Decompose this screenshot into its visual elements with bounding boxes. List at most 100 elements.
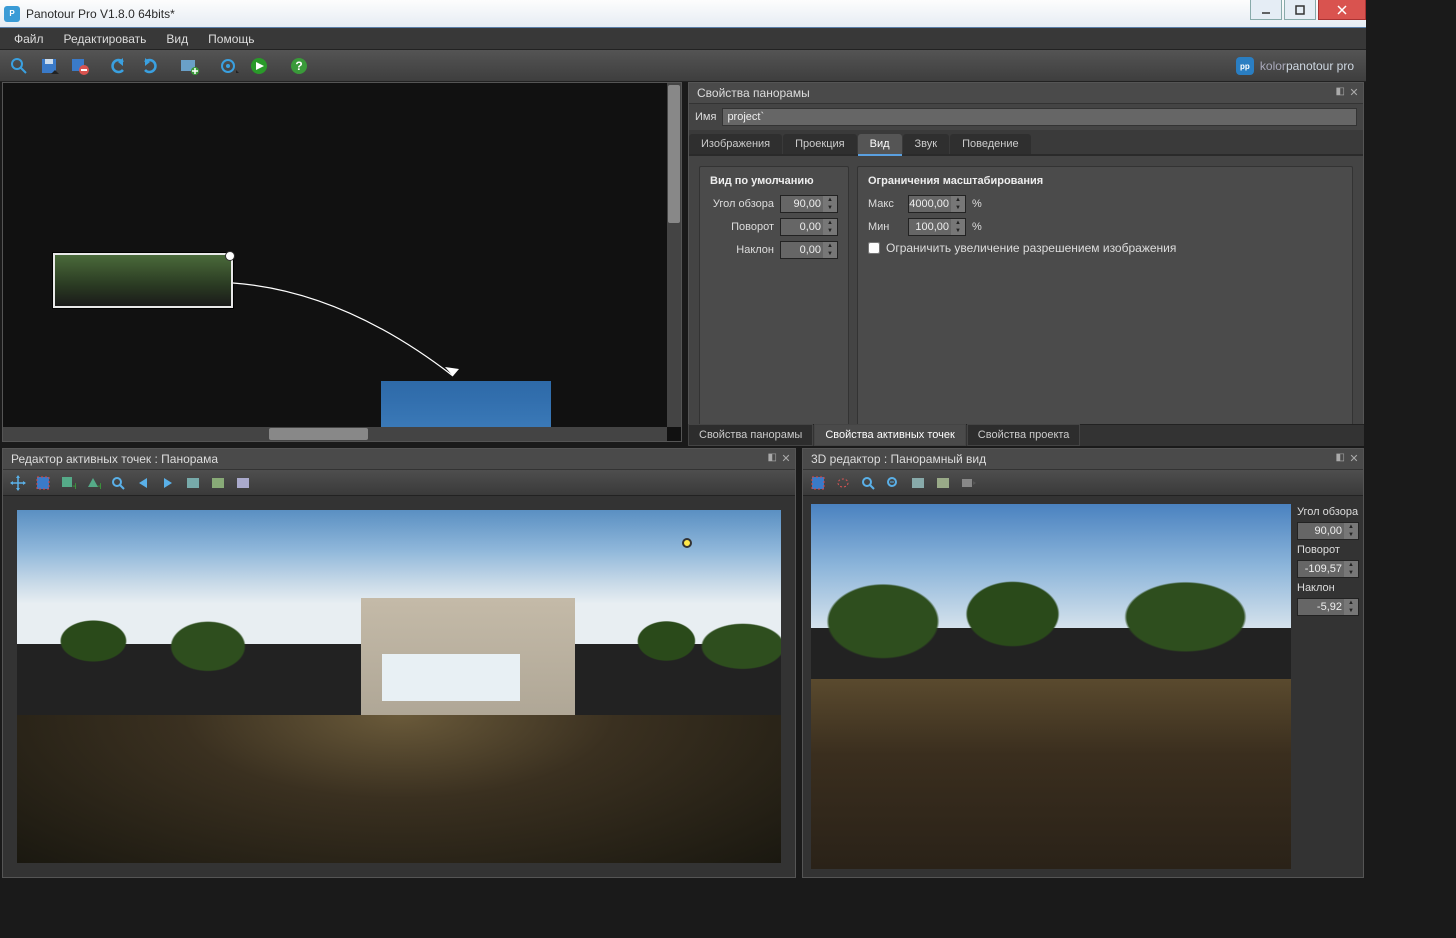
- editor-3d-panel: 3D редактор : Панорамный вид ◧ ✕ Угол об…: [802, 448, 1364, 878]
- tool-select-icon[interactable]: [32, 473, 54, 493]
- property-tabs: Изображения Проекция Вид Звук Поведение: [689, 130, 1363, 156]
- properties-title-text: Свойства панорамы: [697, 86, 810, 100]
- minimize-button[interactable]: [1250, 0, 1282, 20]
- properties-panel: Свойства панорамы ◧ ✕ Имя Изображения Пр…: [688, 82, 1364, 442]
- panel-pin-icon[interactable]: ◧: [1336, 86, 1345, 97]
- editor3d-close-icon[interactable]: ✕: [1348, 452, 1360, 465]
- tool3d-lasso-icon[interactable]: [832, 473, 854, 493]
- pan-spinner[interactable]: ▲▼: [780, 218, 838, 236]
- tool3d-fit-icon[interactable]: [882, 473, 904, 493]
- tab-view[interactable]: Вид: [858, 134, 902, 156]
- default-view-heading: Вид по умолчанию: [710, 175, 838, 187]
- save-button[interactable]: [36, 53, 62, 79]
- hotspot-close-icon[interactable]: ✕: [780, 452, 792, 465]
- panorama-node-target[interactable]: [381, 381, 551, 429]
- zoom-max-spinner[interactable]: ▲▼: [908, 195, 966, 213]
- undo-button[interactable]: [106, 53, 132, 79]
- hotspot-pin-icon[interactable]: ◧: [768, 452, 777, 463]
- pan-label: Поворот: [710, 221, 774, 233]
- zoom-min-spinner[interactable]: ▲▼: [908, 218, 966, 236]
- tool-add-polygon-icon[interactable]: +: [82, 473, 104, 493]
- help-button[interactable]: ?: [286, 53, 312, 79]
- tool3d-img1-icon[interactable]: [907, 473, 929, 493]
- node-link-handle[interactable]: [225, 251, 235, 261]
- settings-button[interactable]: [216, 53, 242, 79]
- tool3d-zoom-icon[interactable]: [857, 473, 879, 493]
- btab-hotspot-props[interactable]: Свойства активных точек: [814, 424, 965, 446]
- tab-behavior[interactable]: Поведение: [950, 134, 1031, 154]
- view3d-parameters: Угол обзора ▲▼ Поворот ▲▼ Наклон ▲▼: [1297, 504, 1361, 616]
- tool-image3-icon[interactable]: [232, 473, 254, 493]
- hotspot-toolbar: + +: [3, 470, 795, 496]
- brand-label: pp kolor panotour pro: [1236, 50, 1354, 82]
- panorama-3d-view[interactable]: [811, 504, 1291, 869]
- main-toolbar: ? pp kolor panotour pro: [0, 50, 1366, 82]
- window-titlebar: P Panotour Pro V1.8.0 64bits*: [0, 0, 1366, 28]
- graph-scrollbar-vertical[interactable]: [667, 83, 681, 427]
- v3-fov-label: Угол обзора: [1297, 504, 1361, 520]
- tab-projection[interactable]: Проекция: [783, 134, 856, 154]
- tool-add-point-icon[interactable]: +: [57, 473, 79, 493]
- zoom-min-label: Мин: [868, 221, 902, 233]
- fov-label: Угол обзора: [710, 198, 774, 210]
- zoom-max-label: Макс: [868, 198, 902, 210]
- tool-prev-icon[interactable]: [132, 473, 154, 493]
- tool-move-icon[interactable]: [7, 473, 29, 493]
- tool3d-select-icon[interactable]: [807, 473, 829, 493]
- editor3d-title-text: 3D редактор : Панорамный вид: [811, 452, 986, 466]
- menu-view[interactable]: Вид: [156, 29, 198, 49]
- name-label: Имя: [695, 111, 716, 123]
- tilt-label: Наклон: [710, 244, 774, 256]
- tab-sound[interactable]: Звук: [903, 134, 950, 154]
- tool3d-img2-icon[interactable]: [932, 473, 954, 493]
- tool-image2-icon[interactable]: [207, 473, 229, 493]
- v3-tilt-spinner[interactable]: ▲▼: [1297, 598, 1359, 616]
- brand-product: panotour pro: [1286, 59, 1354, 73]
- panorama-name-input[interactable]: [722, 108, 1357, 126]
- tool-next-icon[interactable]: [157, 473, 179, 493]
- hotspot-marker[interactable]: [682, 538, 692, 548]
- menu-file[interactable]: Файл: [4, 29, 54, 49]
- limit-by-resolution-label: Ограничить увеличение разрешением изобра…: [886, 241, 1176, 255]
- properties-panel-title: Свойства панорамы ◧ ✕: [689, 83, 1363, 104]
- tool3d-projection-icon[interactable]: [957, 473, 979, 493]
- btab-project-props[interactable]: Свойства проекта: [967, 424, 1081, 446]
- bottom-tab-bar: Свойства панорамы Свойства активных точе…: [688, 424, 1364, 446]
- editor3d-pin-icon[interactable]: ◧: [1336, 452, 1345, 463]
- build-button[interactable]: [246, 53, 272, 79]
- tour-graph-editor[interactable]: [2, 82, 682, 442]
- default-view-group: Вид по умолчанию Угол обзора ▲▼ Поворот …: [699, 166, 849, 431]
- fov-spinner[interactable]: ▲▼: [780, 195, 838, 213]
- v3-pan-spinner[interactable]: ▲▼: [1297, 560, 1359, 578]
- v3-fov-spinner[interactable]: ▲▼: [1297, 522, 1359, 540]
- btab-panorama-props[interactable]: Свойства панорамы: [688, 424, 813, 446]
- v3-tilt-label: Наклон: [1297, 580, 1361, 596]
- add-image-button[interactable]: [176, 53, 202, 79]
- menu-edit[interactable]: Редактировать: [54, 29, 157, 49]
- v3-pan-label: Поворот: [1297, 542, 1361, 558]
- redo-button[interactable]: [136, 53, 162, 79]
- hotspot-title-text: Редактор активных точек : Панорама: [11, 452, 218, 466]
- panel-close-icon[interactable]: ✕: [1348, 86, 1360, 99]
- svg-text:+: +: [97, 479, 101, 491]
- editor3d-title: 3D редактор : Панорамный вид ◧ ✕: [803, 449, 1363, 470]
- brand-kolor: kolor: [1260, 59, 1286, 73]
- zoom-limits-heading: Ограничения масштабирования: [868, 175, 1342, 187]
- graph-scrollbar-horizontal[interactable]: [3, 427, 667, 441]
- maximize-button[interactable]: [1284, 0, 1316, 20]
- panorama-flat-view[interactable]: [17, 510, 781, 863]
- close-button[interactable]: [1318, 0, 1366, 20]
- limit-by-resolution-checkbox[interactable]: [868, 242, 880, 254]
- open-button[interactable]: [6, 53, 32, 79]
- tool-zoom-icon[interactable]: [107, 473, 129, 493]
- zoom-unit-2: %: [972, 221, 982, 233]
- menu-help[interactable]: Помощь: [198, 29, 264, 49]
- tool-image1-icon[interactable]: [182, 473, 204, 493]
- zoom-limits-group: Ограничения масштабирования Макс ▲▼ % Ми…: [857, 166, 1353, 431]
- hotspot-editor-panel: Редактор активных точек : Панорама ◧ ✕ +…: [2, 448, 796, 878]
- tilt-spinner[interactable]: ▲▼: [780, 241, 838, 259]
- delete-button[interactable]: [66, 53, 92, 79]
- tab-images[interactable]: Изображения: [689, 134, 782, 154]
- panorama-node[interactable]: [53, 253, 233, 308]
- svg-text:+: +: [72, 479, 76, 491]
